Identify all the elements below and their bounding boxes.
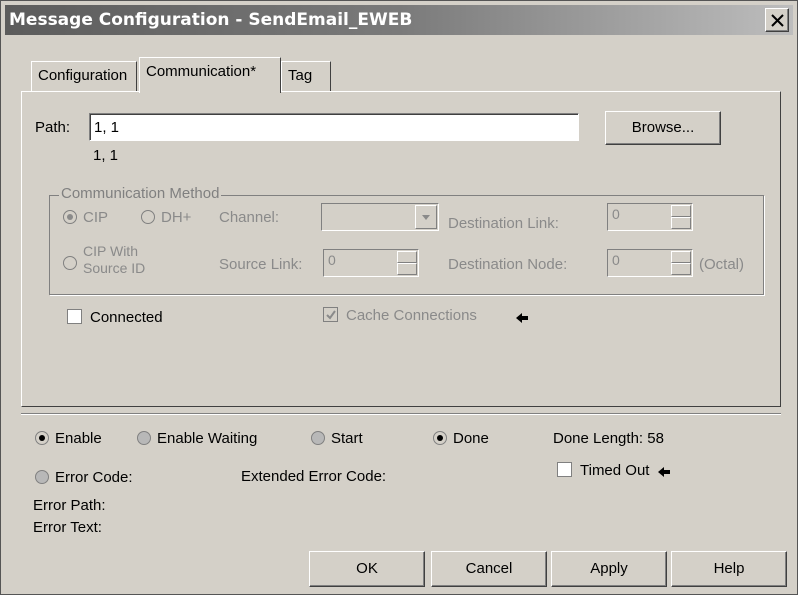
connected-label: Connected: [90, 309, 163, 326]
enable-status: Enable: [35, 430, 102, 447]
cache-connections-checkbox[interactable]: Cache Connections: [323, 307, 477, 324]
status-indicator-icon: [35, 470, 49, 484]
done-status: Done: [433, 430, 489, 447]
timed-out-checkbox: Timed Out: [557, 462, 649, 479]
ok-button[interactable]: OK: [309, 551, 425, 587]
error-code-status: Error Code:: [35, 469, 133, 486]
octal-label: (Octal): [699, 256, 744, 273]
tab-tag[interactable]: Tag: [281, 61, 331, 91]
window-title: Message Configuration - SendEmail_EWEB: [9, 10, 413, 30]
spin-down-button[interactable]: [397, 263, 417, 275]
help-button[interactable]: Help: [671, 551, 787, 587]
path-label: Path:: [35, 119, 71, 136]
close-icon: [771, 14, 784, 27]
enable-label: Enable: [55, 430, 102, 447]
status-indicator-icon: [137, 431, 151, 445]
checkbox-indicator: [67, 309, 82, 324]
radio-indicator: [141, 210, 155, 224]
spin-down-button[interactable]: [671, 263, 691, 275]
source-link-label: Source Link:: [219, 256, 303, 273]
close-button[interactable]: [765, 8, 789, 32]
apply-button[interactable]: Apply: [551, 551, 667, 587]
cip-radio[interactable]: CIP: [63, 209, 108, 226]
browse-button[interactable]: Browse...: [605, 111, 721, 145]
destination-node-value: 0: [612, 252, 620, 268]
start-status: Start: [311, 430, 363, 447]
checkbox-indicator: [323, 307, 338, 322]
status-indicator-icon: [35, 431, 49, 445]
radio-indicator: [63, 210, 77, 224]
source-link-spinner[interactable]: 0: [323, 249, 419, 277]
cancel-button[interactable]: Cancel: [431, 551, 547, 587]
channel-label: Channel:: [219, 209, 280, 226]
destination-link-spinner[interactable]: 0: [607, 203, 693, 231]
pointer-arrow-icon: [657, 465, 671, 482]
destination-link-value: 0: [612, 206, 620, 222]
destination-node-label: Destination Node:: [448, 256, 568, 273]
dropdown-button[interactable]: [415, 205, 437, 229]
chevron-down-icon: [422, 215, 430, 220]
destination-node-spinner[interactable]: 0: [607, 249, 693, 277]
done-label: Done: [453, 430, 489, 447]
extended-error-code-label: Extended Error Code:: [241, 468, 387, 485]
cip-source-line2: Source ID: [83, 260, 146, 276]
error-code-label: Error Code:: [55, 469, 133, 486]
dhplus-radio[interactable]: DH+: [141, 209, 191, 226]
cip-source-id-label: CIP With Source ID: [83, 243, 145, 277]
destination-link-label: Destination Link:: [448, 215, 559, 232]
spin-up-button[interactable]: [671, 251, 691, 263]
spin-down-button[interactable]: [671, 217, 691, 229]
cip-source-id-radio[interactable]: [63, 249, 83, 270]
title-bar: Message Configuration - SendEmail_EWEB: [5, 5, 793, 35]
checkbox-indicator: [557, 462, 572, 477]
path-resolved-text: 1, 1: [93, 147, 119, 164]
checkmark-icon: [326, 310, 336, 320]
error-text-label: Error Text:: [33, 519, 102, 536]
enable-waiting-label: Enable Waiting: [157, 430, 258, 447]
channel-combobox[interactable]: [321, 203, 439, 231]
communication-method-title: Communication Method: [59, 185, 222, 202]
error-path-label: Error Path:: [33, 497, 106, 514]
tab-configuration[interactable]: Configuration: [31, 61, 137, 91]
status-indicator-icon: [433, 431, 447, 445]
spin-up-button[interactable]: [397, 251, 417, 263]
enable-waiting-status: Enable Waiting: [137, 430, 257, 447]
start-label: Start: [331, 430, 363, 447]
radio-indicator: [63, 256, 77, 270]
done-length: Done Length: 58: [553, 430, 664, 447]
pointer-arrow-icon: [515, 311, 529, 328]
dhplus-label: DH+: [161, 209, 192, 226]
status-divider: [21, 413, 781, 415]
path-input[interactable]: [89, 113, 579, 141]
tab-communication[interactable]: Communication*: [139, 57, 281, 93]
timed-out-label: Timed Out: [580, 462, 650, 479]
cip-source-line1: CIP With: [83, 243, 138, 259]
status-indicator-icon: [311, 431, 325, 445]
message-configuration-dialog: Message Configuration - SendEmail_EWEB C…: [0, 0, 798, 595]
cache-connections-label: Cache Connections: [346, 307, 477, 324]
spin-up-button[interactable]: [671, 205, 691, 217]
connected-checkbox[interactable]: Connected: [67, 309, 163, 326]
source-link-value: 0: [328, 252, 336, 268]
cip-label: CIP: [83, 209, 109, 226]
